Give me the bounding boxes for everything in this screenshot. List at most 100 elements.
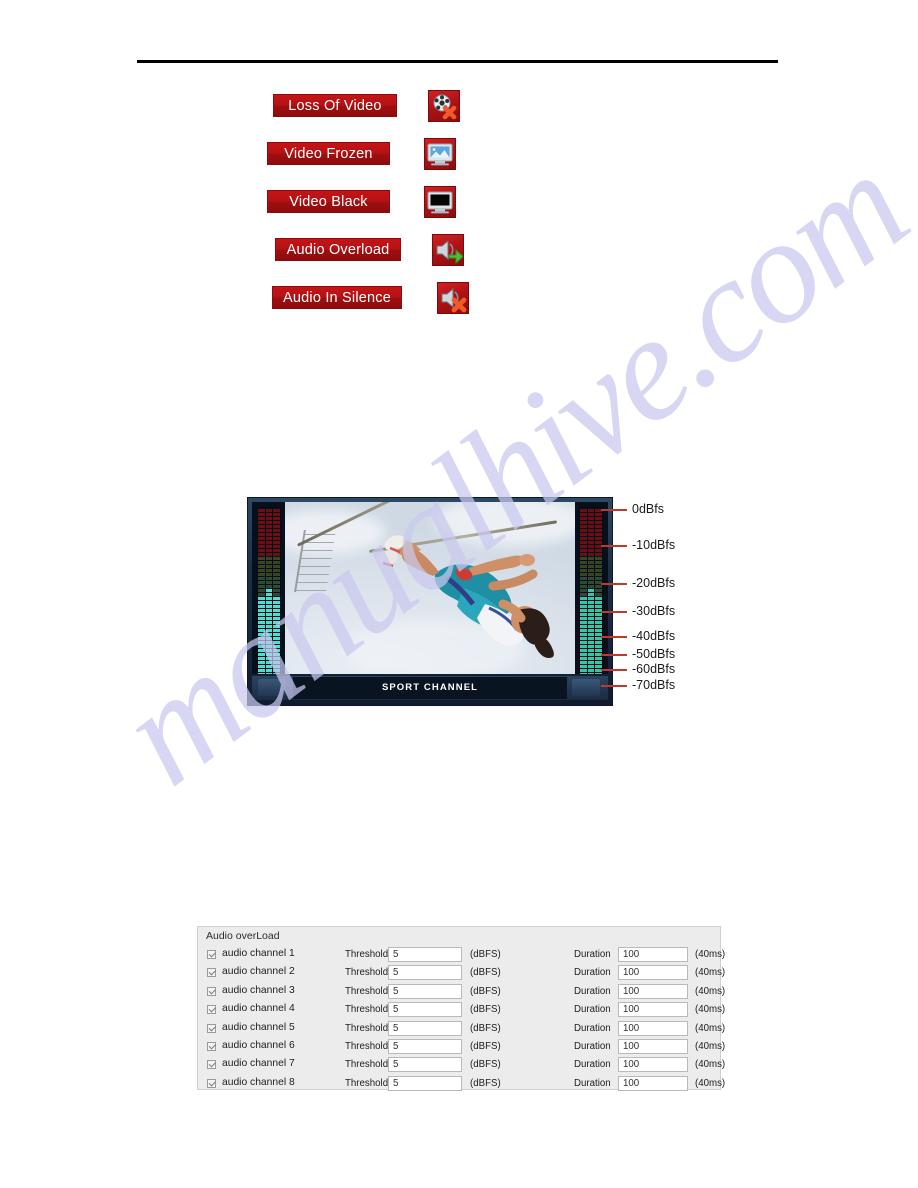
duration-label: Duration: [574, 967, 611, 979]
alarm-button-2[interactable]: Video Black: [267, 190, 390, 213]
panel-title: Audio overLoad: [206, 930, 280, 942]
duration-value: 100: [623, 967, 640, 979]
meter-segments-l2: [265, 508, 273, 674]
audio-meter-right: [579, 507, 603, 674]
duration-label: Duration: [574, 949, 611, 960]
threshold-value: 5: [393, 1004, 399, 1016]
threshold-value: 5: [393, 1022, 399, 1034]
scale-leader-line: [601, 545, 627, 547]
duration-input[interactable]: 100: [618, 1057, 688, 1073]
channel-checkbox[interactable]: [207, 968, 216, 978]
duration-unit: (40ms): [695, 1059, 726, 1071]
threshold-input[interactable]: 5: [388, 1057, 462, 1073]
threshold-input[interactable]: 5: [388, 983, 462, 999]
alarm-row: Audio Overload: [0, 234, 918, 282]
channel-row: audio channel 3 Threshold 5 (dBFS) Duration 1…: [198, 983, 725, 1001]
threshold-label: Threshold: [345, 1059, 389, 1071]
channel-checkbox[interactable]: [207, 1005, 216, 1015]
threshold-input[interactable]: 5: [388, 1075, 462, 1091]
threshold-value: 5: [393, 1040, 399, 1052]
monitor-banner: SPORT CHANNEL: [252, 676, 608, 700]
threshold-value: 5: [393, 1059, 399, 1071]
duration-value: 100: [623, 1077, 640, 1089]
duration-label: Duration: [574, 1022, 611, 1034]
channel-checkbox[interactable]: [207, 1041, 216, 1051]
film-reel-x-icon: [428, 90, 460, 122]
scale-leader-line: [601, 611, 627, 613]
channel-label: audio channel 8: [222, 1076, 295, 1088]
scale-label: -50dBfs: [632, 647, 676, 661]
duration-input[interactable]: 100: [618, 947, 688, 962]
scale-label: -60dBfs: [632, 662, 676, 676]
threshold-unit: (dBFS): [470, 1022, 501, 1034]
duration-value: 100: [623, 1004, 640, 1016]
alarm-row: Loss Of Video: [0, 90, 918, 138]
duration-unit: (40ms): [695, 1040, 726, 1052]
scale-leader-line: [601, 685, 627, 687]
page-header-rule: [137, 60, 778, 63]
scale-label: -70dBfs: [632, 678, 676, 692]
threshold-unit: (dBFS): [470, 1059, 501, 1071]
duration-value: 100: [623, 1059, 640, 1071]
threshold-unit: (dBFS): [470, 949, 501, 960]
alarm-row: Audio In Silence: [0, 282, 918, 330]
alarm-button-0[interactable]: Loss Of Video: [273, 94, 397, 117]
channel-row-list: audio channel 1 Threshold 5 (dBFS) Duration 1…: [198, 946, 725, 1093]
channel-row: audio channel 7 Threshold 5 (dBFS) Duration 1…: [198, 1056, 725, 1074]
duration-unit: (40ms): [695, 967, 726, 979]
threshold-value: 5: [393, 949, 399, 960]
audio-meter-left: [257, 507, 281, 674]
threshold-value: 5: [393, 985, 399, 997]
threshold-input[interactable]: 5: [388, 947, 462, 962]
duration-input[interactable]: 100: [618, 1002, 688, 1018]
threshold-input[interactable]: 5: [388, 1002, 462, 1018]
scale-label: 0dBfs: [632, 502, 664, 516]
duration-unit: (40ms): [695, 1077, 726, 1089]
duration-input[interactable]: 100: [618, 1075, 688, 1091]
channel-row: audio channel 8 Threshold 5 (dBFS) Duration 1…: [198, 1075, 725, 1093]
duration-input[interactable]: 100: [618, 1020, 688, 1036]
duration-input[interactable]: 100: [618, 965, 688, 981]
monitor-black-icon: [424, 186, 456, 218]
duration-input[interactable]: 100: [618, 1038, 688, 1054]
speaker-up-arrow-icon: [432, 234, 464, 266]
alarm-button-3[interactable]: Audio Overload: [275, 238, 401, 261]
duration-value: 100: [623, 1022, 640, 1034]
duration-input[interactable]: 100: [618, 983, 688, 999]
threshold-value: 5: [393, 1077, 399, 1089]
threshold-input[interactable]: 5: [388, 1020, 462, 1036]
duration-unit: (40ms): [695, 949, 726, 960]
channel-checkbox[interactable]: [207, 950, 216, 959]
channel-row: audio channel 5 Threshold 5 (dBFS) Duration 1…: [198, 1020, 725, 1038]
meter-segments-r1: [580, 508, 587, 674]
channel-checkbox[interactable]: [207, 986, 216, 996]
threshold-label: Threshold: [345, 1022, 389, 1034]
duration-label: Duration: [574, 1040, 611, 1052]
threshold-input[interactable]: 5: [388, 1038, 462, 1054]
alarm-button-4[interactable]: Audio In Silence: [272, 286, 402, 309]
threshold-input[interactable]: 5: [388, 965, 462, 981]
alarm-button-1[interactable]: Video Frozen: [267, 142, 390, 165]
threshold-label: Threshold: [345, 949, 389, 960]
scale-label: -10dBfs: [632, 538, 676, 552]
threshold-label: Threshold: [345, 1004, 389, 1016]
threshold-label: Threshold: [345, 985, 389, 997]
threshold-label: Threshold: [345, 1077, 389, 1089]
threshold-unit: (dBFS): [470, 1004, 501, 1016]
channel-checkbox[interactable]: [207, 1060, 216, 1070]
channel-checkbox[interactable]: [207, 1078, 216, 1088]
duration-label: Duration: [574, 985, 611, 997]
channel-label: audio channel 6: [222, 1039, 295, 1051]
dbfs-scale-callouts: 0dBfs -10dBfs -20dBfs -30dBfs -40dBfs -50dBfs…: [601, 495, 801, 710]
channel-label: audio channel 7: [222, 1058, 295, 1070]
channel-label: audio channel 1: [222, 948, 295, 959]
channel-label: audio channel 3: [222, 984, 295, 996]
scale-leader-line: [601, 636, 627, 638]
duration-unit: (40ms): [695, 1022, 726, 1034]
threshold-unit: (dBFS): [470, 1040, 501, 1052]
scale-leader-line: [601, 654, 627, 656]
duration-value: 100: [623, 1040, 640, 1052]
channel-label: audio channel 2: [222, 966, 295, 978]
alarm-row: Video Black: [0, 186, 918, 234]
channel-checkbox[interactable]: [207, 1023, 216, 1033]
